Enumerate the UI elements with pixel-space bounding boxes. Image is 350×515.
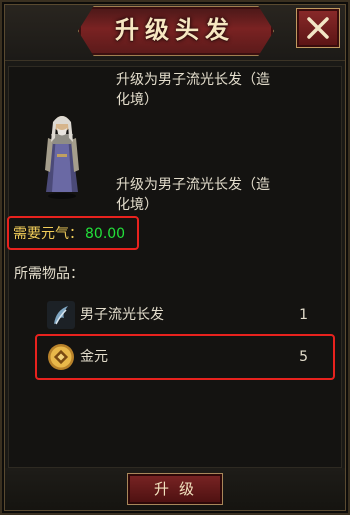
required-energy-label: 需要元气： bbox=[13, 226, 83, 242]
dialog-title: 升级头发 bbox=[115, 15, 235, 44]
required-item-row[interactable]: 金元 5 bbox=[40, 340, 330, 374]
result-title-line2: 化境） bbox=[116, 92, 158, 108]
upgrade-hair-dialog: 升级头发 升级为男子流光长发（造 化境） 升级为男子流光长发（造 化境） 需要元… bbox=[0, 0, 350, 515]
required-items-label: 所需物品： bbox=[14, 266, 84, 282]
upgrade-result-description: 升级为男子流光长发（造 化境） bbox=[116, 175, 326, 215]
result-desc-line1: 升级为男子流光长发（造 bbox=[116, 177, 270, 193]
result-desc-line2: 化境） bbox=[116, 197, 158, 213]
upgrade-result-title: 升级为男子流光长发（造 化境） bbox=[116, 70, 316, 110]
item-name: 男子流光长发 bbox=[80, 307, 164, 323]
hair-icon bbox=[47, 301, 75, 329]
required-energy-value: 80.00 bbox=[85, 226, 126, 242]
item-name: 金元 bbox=[80, 349, 108, 365]
close-button[interactable] bbox=[296, 8, 340, 48]
close-x-icon bbox=[307, 17, 329, 39]
required-item-row[interactable]: 男子流光长发 1 bbox=[40, 298, 330, 332]
item-quantity: 1 bbox=[299, 307, 308, 323]
character-preview-icon bbox=[45, 116, 79, 199]
gold-coin-icon bbox=[48, 344, 74, 370]
item-quantity: 5 bbox=[299, 349, 308, 365]
upgrade-button[interactable]: 升级 bbox=[127, 473, 223, 505]
result-title-line1: 升级为男子流光长发（造 bbox=[116, 72, 270, 88]
